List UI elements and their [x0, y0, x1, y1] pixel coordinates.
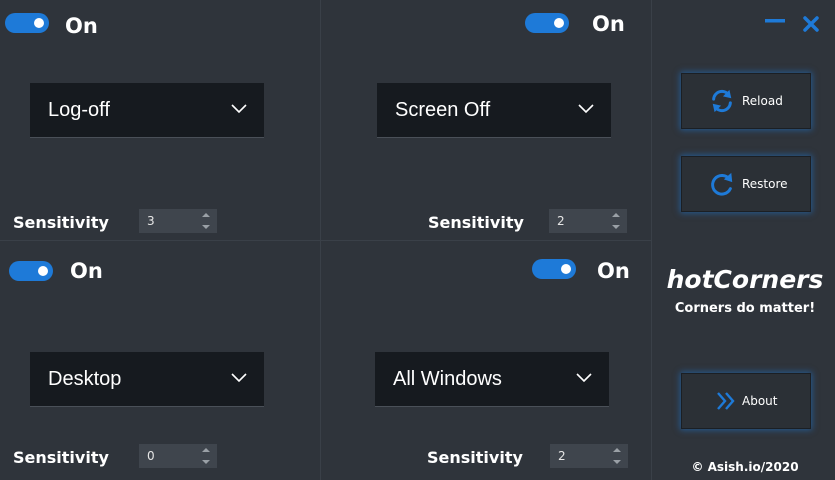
dropdown-value: Screen Off	[395, 99, 491, 121]
toggle-label-top-right: On	[592, 12, 625, 36]
dropdown-value: Log-off	[48, 99, 110, 121]
spinner-down-icon[interactable]	[201, 457, 211, 467]
app-tagline: Corners do matter!	[674, 301, 816, 316]
action-dropdown-top-left[interactable]: Log-off	[30, 83, 264, 137]
spinner-up-icon[interactable]	[201, 445, 211, 455]
spinner-value: 2	[558, 449, 566, 463]
action-dropdown-top-right[interactable]: Screen Off	[377, 83, 611, 137]
reload-button[interactable]: Reload	[681, 73, 811, 129]
restore-button-label: Restore	[742, 177, 788, 191]
toggle-knob	[561, 264, 571, 274]
sensitivity-spinner-top-right[interactable]: 2	[549, 209, 627, 233]
chevron-down-icon	[231, 104, 247, 114]
toggle-top-left[interactable]	[5, 13, 49, 33]
sensitivity-label-top-left: Sensitivity	[13, 213, 109, 232]
spinner-up-icon[interactable]	[201, 210, 211, 220]
app-window: On Log-off Sensitivity 3 On Screen Off S…	[0, 0, 835, 480]
spinner-value: 0	[147, 449, 155, 463]
app-title: hotCorners	[666, 265, 824, 294]
sensitivity-spinner-bottom-left[interactable]: 0	[139, 444, 217, 468]
sensitivity-spinner-top-left[interactable]: 3	[139, 209, 217, 233]
toggle-label-top-left: On	[65, 14, 98, 38]
toggle-knob	[38, 266, 48, 276]
dropdown-value: Desktop	[48, 368, 122, 390]
dropdown-value: All Windows	[393, 368, 502, 390]
spinner-down-icon[interactable]	[611, 222, 621, 232]
toggle-knob	[554, 18, 564, 28]
sensitivity-label-bottom-right: Sensitivity	[427, 448, 523, 467]
sensitivity-label-bottom-left: Sensitivity	[13, 448, 109, 467]
spinner-up-icon[interactable]	[611, 210, 621, 220]
about-button[interactable]: About	[681, 373, 811, 429]
close-icon[interactable]	[802, 15, 820, 33]
chevron-down-icon	[231, 373, 247, 383]
toggle-knob	[34, 18, 44, 28]
spinner-up-icon[interactable]	[612, 445, 622, 455]
minimize-icon[interactable]	[764, 14, 786, 28]
spinner-value: 2	[557, 214, 565, 228]
double-chevron-right-icon	[717, 392, 735, 410]
sensitivity-spinner-bottom-right[interactable]: 2	[550, 444, 628, 468]
divider-horizontal	[0, 240, 652, 241]
action-dropdown-bottom-right[interactable]: All Windows	[375, 352, 609, 406]
restore-icon	[711, 172, 733, 196]
action-dropdown-bottom-left[interactable]: Desktop	[30, 352, 264, 406]
toggle-label-bottom-left: On	[70, 259, 103, 283]
about-button-label: About	[742, 394, 778, 408]
toggle-top-right[interactable]	[525, 13, 569, 33]
spinner-down-icon[interactable]	[201, 222, 211, 232]
restore-button[interactable]: Restore	[681, 156, 811, 212]
spinner-value: 3	[147, 214, 155, 228]
chevron-down-icon	[576, 373, 592, 383]
spinner-down-icon[interactable]	[612, 457, 622, 467]
reload-button-label: Reload	[742, 94, 783, 108]
toggle-bottom-right[interactable]	[532, 259, 576, 279]
chevron-down-icon	[578, 104, 594, 114]
toggle-label-bottom-right: On	[597, 259, 630, 283]
copyright-text: © Asish.io/2020	[691, 460, 799, 474]
refresh-icon	[712, 89, 732, 113]
toggle-bottom-left[interactable]	[9, 261, 53, 281]
sensitivity-label-top-right: Sensitivity	[428, 213, 524, 232]
